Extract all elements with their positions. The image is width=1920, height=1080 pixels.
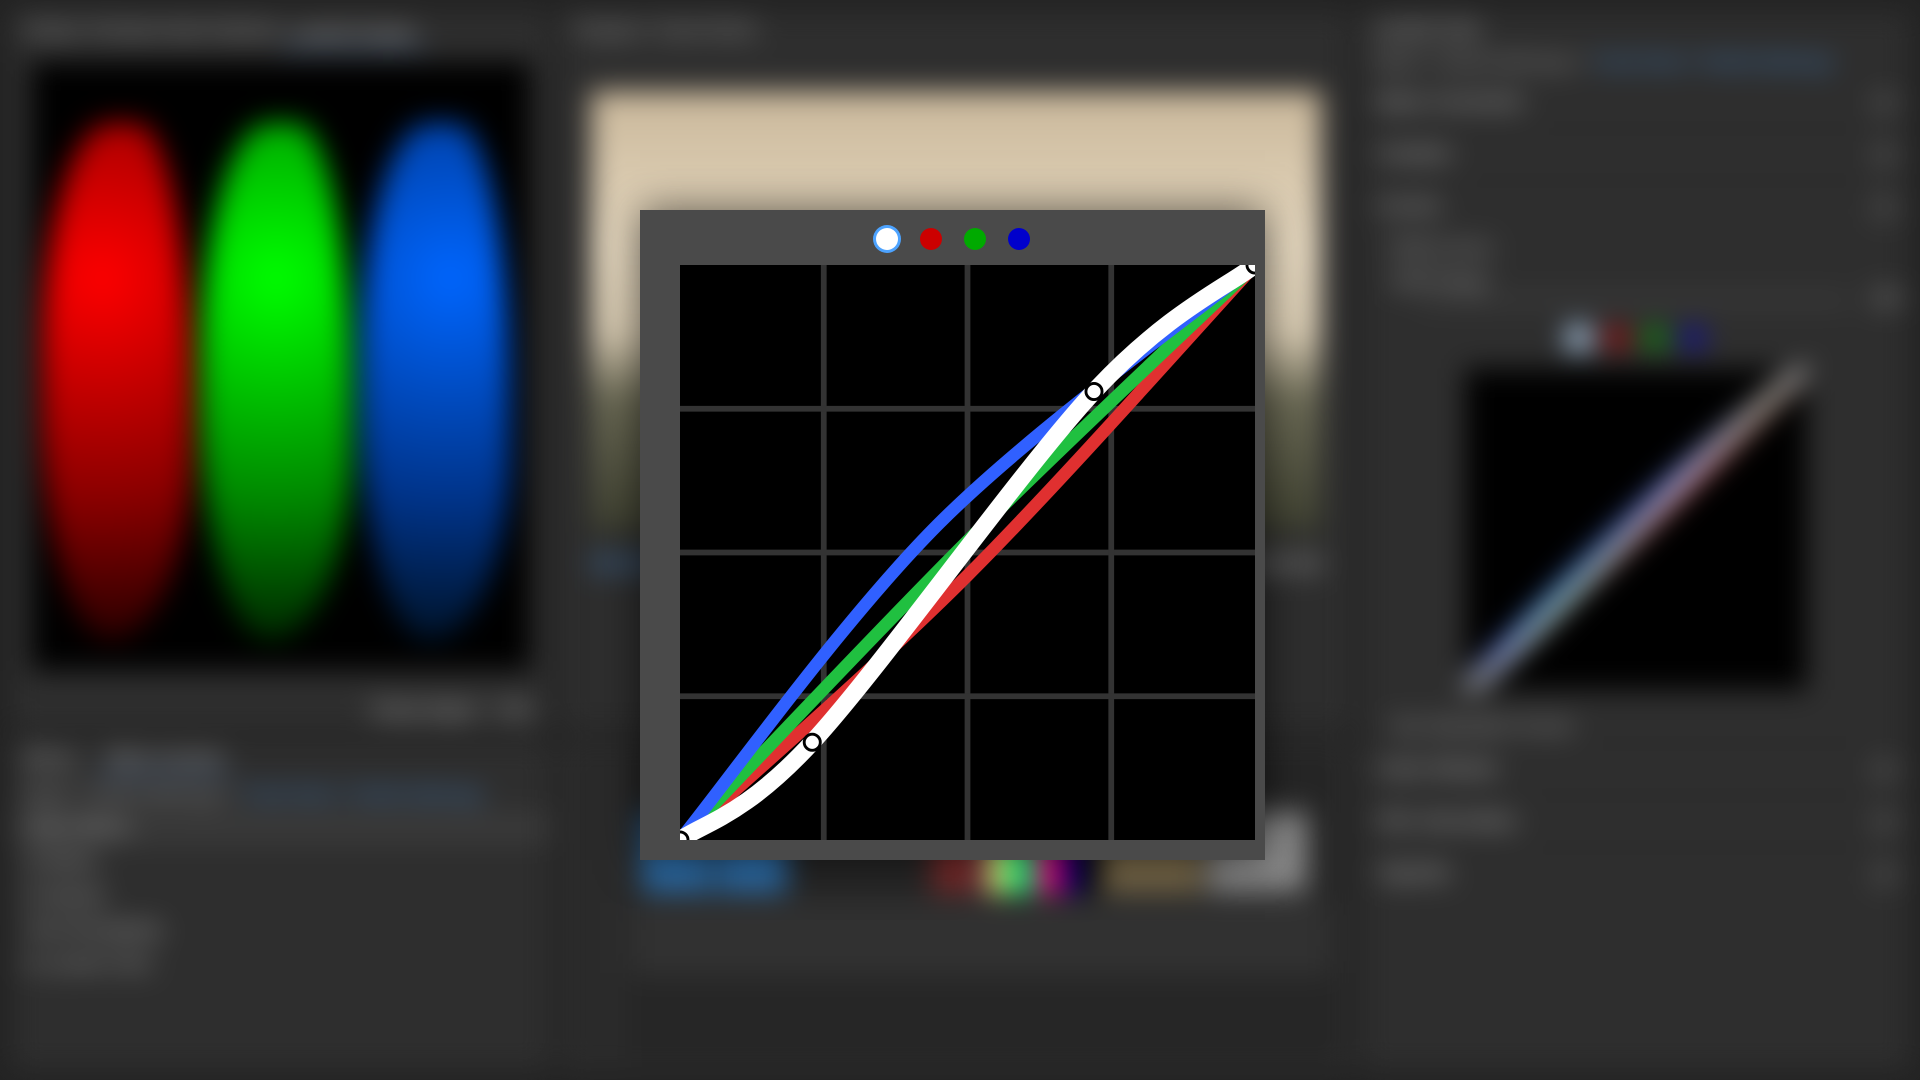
rgb-curves-label[interactable]: RGB Curves — [1361, 232, 1911, 265]
video-effects-header: Video Effects — [11, 810, 551, 844]
curves-graph[interactable] — [680, 265, 1255, 840]
tab-effects[interactable]: Effects — [23, 749, 78, 769]
hue-saturation-curves-label[interactable]: Hue Saturation Curves — [1361, 710, 1911, 743]
section-curves[interactable]: Curves — [1361, 180, 1911, 232]
audio-track-1[interactable] — [631, 901, 1331, 924]
scopes-tab[interactable]: Lumetri Scopes — [281, 19, 426, 50]
effect-motion[interactable]: fx Motion — [11, 844, 551, 878]
section-creative[interactable]: Creative — [1361, 128, 1911, 180]
audio-track-3[interactable] — [631, 951, 1331, 974]
mini-red-dot[interactable] — [1607, 328, 1627, 348]
rgb-parade-scope — [31, 61, 531, 671]
tab-effect-controls[interactable]: Effect Controls — [98, 745, 232, 775]
audio-track-2[interactable] — [631, 926, 1331, 949]
parade-green — [201, 123, 350, 640]
section-basic-correction[interactable]: Basic Correction — [1361, 76, 1911, 128]
creative-toggle[interactable] — [1875, 145, 1895, 165]
effect-controls-breadcrumb[interactable]: Master * Kindred Spirits.jpg ▸ Travel Se… — [11, 778, 551, 810]
bit-depth-select[interactable]: 8 bit — [497, 700, 531, 720]
mini-curves-graph[interactable] — [1465, 368, 1807, 690]
channel-green-button[interactable] — [964, 228, 986, 250]
clamp-signal-toggle[interactable]: Clamp Signal — [370, 700, 477, 720]
lumetri-breadcrumb[interactable]: Master * Kindred Spirits.jpg ▸ Travel Se… — [1361, 48, 1911, 76]
parade-blue — [361, 123, 510, 640]
mini-luma-dot[interactable] — [1569, 328, 1589, 348]
vignette-toggle[interactable] — [1875, 864, 1895, 884]
curve-control-point[interactable] — [804, 734, 820, 750]
timeline-toolbar[interactable] — [571, 751, 611, 1061]
scopes-footer[interactable]: Clamp Signal 8 bit — [370, 700, 531, 721]
section-vignette[interactable]: Vignette — [1361, 847, 1911, 899]
effect-opacity[interactable]: fx Opacity — [11, 878, 551, 912]
color-wheels-toggle[interactable] — [1875, 760, 1895, 780]
mini-channel-selector[interactable] — [1361, 328, 1911, 348]
mini-blue-dot[interactable] — [1683, 328, 1703, 348]
channel-red-button[interactable] — [920, 228, 942, 250]
section-hsl-secondary[interactable]: HSL Secondary — [1361, 795, 1911, 847]
section-color-wheels[interactable]: Color Wheels — [1361, 743, 1911, 795]
program-title: Program: Travel Series — [561, 11, 1351, 48]
lumetri-panel-title: Lumetri Color — [1361, 11, 1911, 48]
effect-controls-panel: Effects Effect Controls Master * Kindred… — [10, 740, 552, 1072]
effect-time-remapping[interactable]: Time Remapping — [11, 912, 551, 946]
hdr-range-slider[interactable]: 100 — [1421, 298, 1851, 302]
hdr-range-row: HDR Range 100 — [1361, 265, 1911, 314]
curves-toggle[interactable] — [1875, 197, 1895, 217]
channel-blue-button[interactable] — [1008, 228, 1030, 250]
parade-red — [42, 123, 191, 640]
channel-luma-button[interactable] — [876, 228, 898, 250]
channel-selector — [640, 210, 1265, 250]
rgb-curves-popup — [640, 210, 1265, 860]
lumetri-scopes-panel: Project: Premiere New Features Lumetri S… — [10, 10, 552, 732]
basic-correction-toggle[interactable] — [1875, 93, 1895, 113]
curve-control-point[interactable] — [1086, 383, 1102, 399]
hsl-toggle[interactable] — [1875, 812, 1895, 832]
effect-lumetri-color[interactable]: fx Lumetri Color — [11, 946, 551, 980]
mini-green-dot[interactable] — [1645, 328, 1665, 348]
lumetri-color-panel: Lumetri Color Master * Kindred Spirits.j… — [1360, 10, 1912, 1072]
